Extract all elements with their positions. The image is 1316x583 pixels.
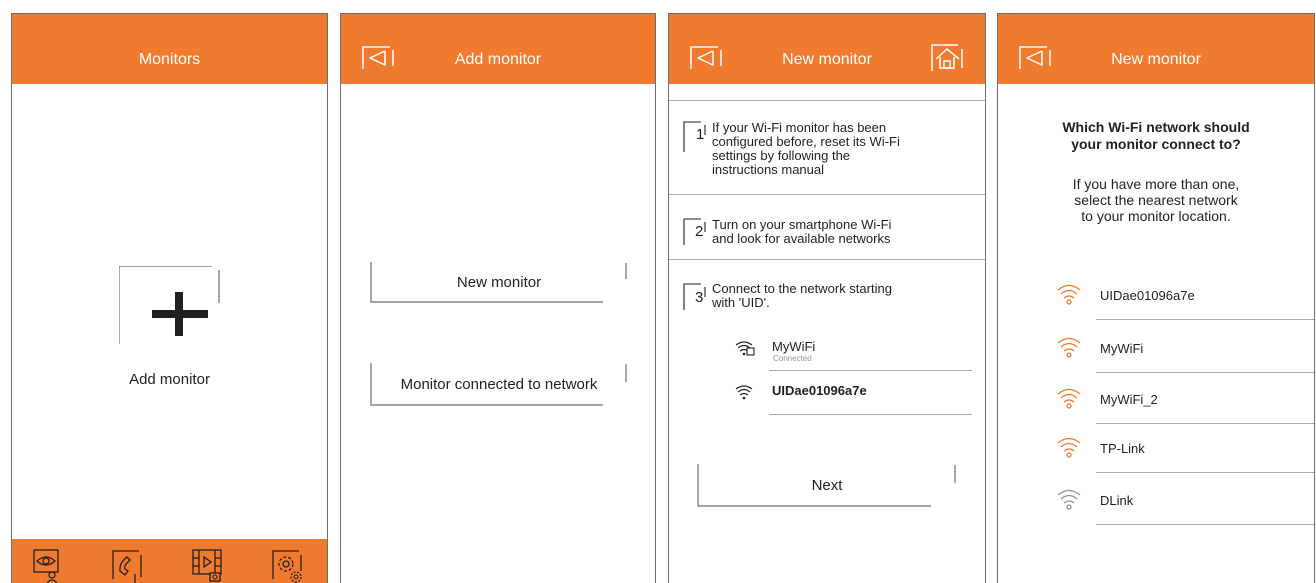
divider	[1096, 524, 1314, 525]
step-text: Turn on your smartphone Wi-Fi and look f…	[712, 218, 891, 246]
network-item[interactable]: DLink	[1056, 487, 1314, 540]
next-button[interactable]: Next	[697, 463, 957, 507]
divider	[769, 414, 972, 415]
question-heading: Which Wi-Fi network should your monitor …	[998, 119, 1314, 153]
tab-gallery[interactable]	[192, 549, 226, 583]
step-line: configured before, reset its Wi-Fi	[712, 134, 900, 149]
divider	[1096, 372, 1314, 373]
wifi-name: UIDae01096a7e	[772, 383, 867, 398]
network-item[interactable]: TP-Link	[1056, 435, 1314, 488]
home-icon	[931, 44, 963, 71]
step-number: 1	[696, 126, 705, 143]
monitor-connected-label: Monitor connected to network	[400, 376, 598, 393]
step-line: and look for available networks	[712, 231, 891, 246]
divider	[669, 194, 985, 195]
phone-icon	[112, 550, 142, 583]
network-name: MyWiFi	[1100, 341, 1144, 356]
add-monitor-button[interactable]	[118, 265, 222, 349]
screen-select-network: New monitor Which Wi-Fi network should y…	[997, 13, 1315, 583]
wifi-signal-icon	[1057, 388, 1081, 409]
step-line: Turn on your smartphone Wi-Fi	[712, 217, 892, 232]
wifi-signal-weak-icon	[1057, 489, 1081, 510]
new-monitor-label: New monitor	[456, 274, 542, 291]
settings-icon	[272, 550, 302, 583]
wifi-icon	[735, 385, 753, 400]
screen-add-monitor: Add monitor New monitor Monitor connecte…	[340, 13, 656, 583]
screen-monitors: Monitors Add monitor	[11, 13, 328, 583]
screen-new-monitor-steps: New monitor 1 If your Wi-Fi monitor has …	[668, 13, 986, 583]
wifi-signal-icon	[1057, 337, 1081, 358]
question-line: Which Wi-Fi network should	[1062, 119, 1250, 135]
tab-calls[interactable]	[111, 549, 143, 583]
tab-monitor-view[interactable]	[33, 549, 63, 583]
network-name: TP-Link	[1100, 441, 1145, 456]
header-bar: Add monitor	[341, 14, 655, 84]
step-line: with 'UID'.	[712, 295, 770, 310]
divider	[1096, 319, 1314, 320]
divider	[1096, 423, 1314, 424]
header-bar: Monitors	[12, 14, 327, 84]
wifi-signal-icon	[1057, 284, 1081, 305]
hint-line: to your monitor location.	[1081, 208, 1231, 224]
plus-icon	[118, 265, 220, 344]
add-monitor-label: Add monitor	[129, 371, 210, 388]
divider	[769, 370, 972, 371]
hint-line: select the nearest network	[1074, 192, 1238, 208]
hint-text: If you have more than one, select the ne…	[998, 176, 1314, 224]
network-item[interactable]: UIDae01096a7e	[1056, 282, 1314, 335]
header-bar: New monitor	[669, 14, 985, 84]
step-line: Connect to the network starting	[712, 281, 892, 296]
step-text: If your Wi-Fi monitor has been configure…	[712, 121, 900, 177]
home-button[interactable]	[931, 44, 965, 77]
network-name: MyWiFi_2	[1100, 392, 1158, 407]
step-line: If your Wi-Fi monitor has been	[712, 120, 887, 135]
wifi-status: Connected	[773, 354, 812, 363]
hint-line: If you have more than one,	[1072, 176, 1240, 192]
step-number: 2	[695, 223, 704, 240]
header-title: New monitor	[1111, 51, 1201, 68]
network-name: UIDae01096a7e	[1100, 288, 1195, 303]
question-line: your monitor connect to?	[1071, 136, 1241, 152]
divider	[1096, 472, 1314, 473]
network-name: DLink	[1100, 493, 1134, 508]
bottom-tab-bar	[12, 539, 327, 583]
wifi-signal-icon	[1057, 437, 1081, 458]
step-line: instructions manual	[712, 162, 824, 177]
new-monitor-button[interactable]: New monitor	[370, 261, 628, 303]
wifi-connected-icon	[735, 341, 755, 356]
header-title: Monitors	[138, 51, 201, 68]
divider	[669, 259, 985, 260]
header-title: Add monitor	[454, 51, 542, 68]
divider	[669, 100, 985, 101]
wifi-name: MyWiFi	[772, 339, 816, 354]
step-number: 3	[695, 289, 704, 306]
video-gallery-icon	[192, 549, 222, 582]
tab-settings[interactable]	[271, 549, 305, 583]
next-label: Next	[811, 477, 843, 494]
network-item[interactable]: MyWiFi_2	[1056, 386, 1314, 439]
header-bar: New monitor	[998, 14, 1314, 84]
step-line: settings by following the	[712, 148, 851, 163]
step-text: Connect to the network starting with 'UI…	[712, 282, 892, 310]
monitor-connected-button[interactable]: Monitor connected to network	[370, 362, 628, 406]
eye-person-icon	[33, 549, 59, 583]
network-item[interactable]: MyWiFi	[1056, 335, 1314, 388]
